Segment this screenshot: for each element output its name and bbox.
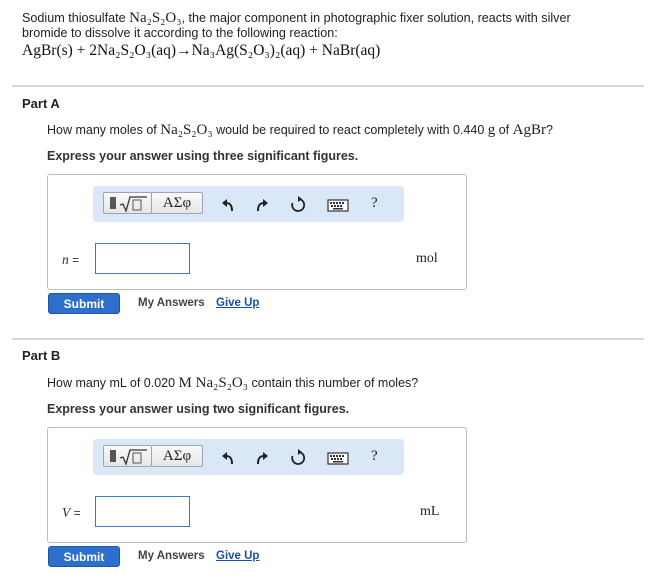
help-icon[interactable]: ? <box>371 448 378 465</box>
my-answers-link[interactable]: My Answers <box>138 550 205 562</box>
template-button[interactable] <box>103 445 152 467</box>
part-a-answer-box: ΑΣφ ? n = mol <box>47 174 467 290</box>
problem-intro: Sodium thiosulfate Na₂S₂O₃, the major co… <box>22 11 632 41</box>
sqrt-icon <box>119 449 147 466</box>
submit-button[interactable]: Submit <box>48 546 120 567</box>
variable-label: V = <box>62 505 81 521</box>
reset-icon[interactable] <box>289 449 307 467</box>
template-button[interactable] <box>103 192 152 214</box>
answer-input[interactable] <box>95 496 190 527</box>
redo-icon[interactable] <box>253 449 271 467</box>
reset-icon[interactable] <box>289 196 307 214</box>
intro-text-after: , the major component in photographic fi… <box>181 11 571 25</box>
help-icon[interactable]: ? <box>371 195 378 212</box>
unit-label: mol <box>416 251 438 266</box>
greek-symbols-button[interactable]: ΑΣφ <box>151 192 203 214</box>
intro-compound: Na₂S₂O₃ <box>129 10 182 26</box>
variable-label: n = <box>62 252 79 268</box>
divider <box>12 85 644 87</box>
my-answers-link[interactable]: My Answers <box>138 297 205 309</box>
sqrt-icon <box>119 196 147 213</box>
unit-label: mL <box>420 504 440 519</box>
qb-start: How many mL of 0.020 <box>47 376 179 390</box>
answer-input[interactable] <box>95 243 190 274</box>
qb-compound: Na₂S₂O₃ <box>191 375 248 391</box>
redo-icon[interactable] <box>253 196 271 214</box>
template-block-icon <box>110 450 116 462</box>
give-up-link[interactable]: Give Up <box>216 550 259 562</box>
divider <box>12 338 644 340</box>
qa-compound2: AgBr <box>512 122 546 138</box>
keyboard-icon[interactable] <box>327 449 349 467</box>
qb-end: contain this number of moles? <box>248 376 419 390</box>
part-a-question: How many moles of Na₂S₂O₃ would be requi… <box>47 122 553 139</box>
submit-button[interactable]: Submit <box>48 293 120 314</box>
part-b-instruction: Express your answer using two significan… <box>47 402 350 416</box>
part-b-title: Part B <box>22 348 61 363</box>
part-a-instruction: Express your answer using three signific… <box>47 149 359 163</box>
greek-symbols-button[interactable]: ΑΣφ <box>151 445 203 467</box>
intro-line2: bromide to dissolve it according to the … <box>22 26 338 40</box>
undo-icon[interactable] <box>219 196 237 214</box>
qa-end: ? <box>545 123 553 137</box>
variable-symbol: n <box>62 252 69 267</box>
keyboard-icon[interactable] <box>327 196 349 214</box>
give-up-link[interactable]: Give Up <box>216 297 259 309</box>
template-block-icon <box>110 197 116 209</box>
part-b-answer-box: ΑΣφ ? V = mL <box>47 427 467 543</box>
variable-equals: = <box>68 253 80 267</box>
qa-start: How many moles of <box>47 123 161 137</box>
math-toolbar: ΑΣφ ? <box>93 186 404 222</box>
part-a-title: Part A <box>22 96 60 111</box>
reaction-equation: AgBr(s) + 2Na₂S₂O₃(aq)→Na₃Ag(S₂O₃)₂(aq) … <box>22 42 381 59</box>
math-toolbar: ΑΣφ ? <box>93 439 404 475</box>
qa-of: of <box>495 123 513 137</box>
qa-compound: Na₂S₂O₃ <box>160 122 213 138</box>
variable-symbol: V <box>62 505 71 520</box>
qa-mid: would be required to react completely wi… <box>212 123 488 137</box>
variable-equals: = <box>70 506 81 520</box>
part-b-question: How many mL of 0.020 M Na₂S₂O₃ contain t… <box>47 375 418 392</box>
intro-text-before: Sodium thiosulfate <box>22 11 130 25</box>
qb-unit: M <box>178 375 192 391</box>
undo-icon[interactable] <box>219 449 237 467</box>
